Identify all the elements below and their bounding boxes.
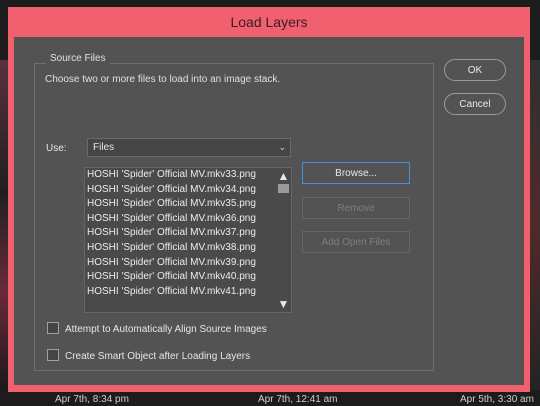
- chevron-down-icon: ⌄: [278, 142, 286, 152]
- use-label: Use:: [46, 143, 67, 154]
- list-item[interactable]: HOSHI 'Spider' Official MV.mkv39.png: [85, 256, 291, 271]
- background-right-strip: [530, 60, 540, 390]
- use-select-value: Files: [93, 142, 115, 153]
- list-item[interactable]: HOSHI 'Spider' Official MV.mkv38.png: [85, 241, 291, 256]
- source-files-group-title: Source Files: [46, 53, 110, 64]
- file-list-scrollbar[interactable]: ▲ ▼: [276, 168, 291, 312]
- list-item[interactable]: HOSHI 'Spider' Official MV.mkv33.png: [85, 168, 291, 183]
- list-item[interactable]: HOSHI 'Spider' Official MV.mkv41.png: [85, 285, 291, 300]
- smart-object-checkbox-row[interactable]: Create Smart Object after Loading Layers: [47, 349, 250, 362]
- scrollbar-thumb[interactable]: [278, 184, 289, 193]
- source-files-description: Choose two or more files to load into an…: [45, 74, 281, 85]
- dialog-title: Load Layers: [230, 14, 308, 30]
- add-open-files-button[interactable]: Add Open Files: [302, 231, 410, 253]
- use-select[interactable]: Files ⌄: [87, 138, 291, 157]
- background-caption: Apr 7th, 12:41 am: [258, 394, 338, 405]
- background-caption: Apr 7th, 8:34 pm: [55, 394, 129, 405]
- ok-button[interactable]: OK: [444, 59, 506, 81]
- scroll-up-arrow-icon[interactable]: ▲: [277, 169, 290, 183]
- align-checkbox[interactable]: [47, 322, 59, 334]
- background-caption: Apr 5th, 3:30 am: [460, 394, 534, 405]
- list-item[interactable]: HOSHI 'Spider' Official MV.mkv37.png: [85, 226, 291, 241]
- scroll-down-arrow-icon[interactable]: ▼: [277, 297, 290, 311]
- load-layers-dialog: Load Layers Source Files Choose two or m…: [8, 7, 530, 392]
- file-list[interactable]: HOSHI 'Spider' Official MV.mkv33.png HOS…: [84, 167, 292, 313]
- align-checkbox-row[interactable]: Attempt to Automatically Align Source Im…: [47, 322, 267, 335]
- list-item[interactable]: HOSHI 'Spider' Official MV.mkv40.png: [85, 270, 291, 285]
- browse-button[interactable]: Browse...: [302, 162, 410, 184]
- list-item[interactable]: HOSHI 'Spider' Official MV.mkv35.png: [85, 197, 291, 212]
- smart-object-checkbox[interactable]: [47, 349, 59, 361]
- list-item[interactable]: HOSHI 'Spider' Official MV.mkv36.png: [85, 212, 291, 227]
- align-checkbox-label: Attempt to Automatically Align Source Im…: [65, 324, 267, 335]
- cancel-button[interactable]: Cancel: [444, 93, 506, 115]
- smart-object-checkbox-label: Create Smart Object after Loading Layers: [65, 351, 251, 362]
- dialog-panel: Source Files Choose two or more files to…: [14, 37, 524, 385]
- list-item[interactable]: HOSHI 'Spider' Official MV.mkv34.png: [85, 183, 291, 198]
- remove-button[interactable]: Remove: [302, 197, 410, 219]
